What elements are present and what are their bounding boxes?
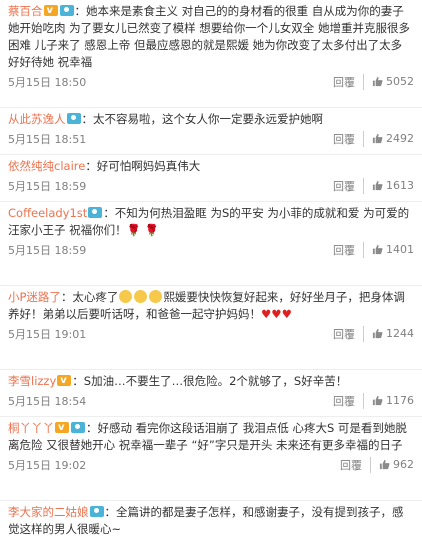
comment-body: 李雪lizzy ：S加油…不要生了…很危险。2个就够了，S好辛苦！ — [8, 372, 414, 390]
vip-badge-icon — [43, 2, 58, 19]
comment-meta: 5月15日 18:54 回覆 1176 — [8, 392, 414, 409]
reply-button[interactable]: 回覆 — [333, 392, 364, 409]
comment-body: Coffeelady1st ：不知为何热泪盈眶 为S的平安 为小菲的成就和爱 为可… — [8, 205, 414, 239]
comment-meta: 5月15日 18:59 回覆 1401 — [8, 241, 414, 258]
camera-badge-icon — [59, 5, 74, 16]
camera-badge-icon — [66, 113, 81, 124]
comment-time: 5月15日 18:54 — [8, 394, 87, 408]
reply-button[interactable]: 回覆 — [333, 130, 364, 147]
comment-actions: 回覆 1613 — [333, 177, 414, 194]
comment-time: 5月15日 18:51 — [8, 132, 87, 146]
like-count: 1401 — [386, 243, 414, 256]
comment-body: 从此苏逸人 ：太不容易啦，这个女人你一定要永远爱护她啊 — [8, 111, 414, 128]
vip-badge-icon — [55, 419, 69, 436]
heart-emoji-icon: ♥♥♥ — [261, 307, 292, 321]
thumbs-up-icon — [372, 328, 383, 339]
comment-text-part-1: ：太心疼了 — [60, 290, 119, 304]
comment-item: 从此苏逸人 ：太不容易啦，这个女人你一定要永远爱护她啊 5月15日 18:51 回… — [0, 108, 422, 155]
like-count: 2492 — [386, 132, 414, 145]
like-count: 1176 — [386, 394, 414, 407]
crying-emoji-icon — [134, 290, 148, 303]
comment-username[interactable]: 从此苏逸人 — [8, 112, 66, 126]
crying-emoji-icon — [149, 290, 163, 303]
comment-item: 李大家的二姑娘 ：全篇讲的都是妻子怎样，和感谢妻子，没有提到孩子，感觉这样的男人很… — [0, 501, 422, 542]
comment-meta: 5月15日 18:59 回覆 1613 — [8, 177, 414, 194]
comment-time: 5月15日 18:50 — [8, 75, 87, 89]
camera-badge-icon — [89, 506, 104, 517]
comment-actions: 回覆 962 — [340, 456, 414, 473]
comment-item: 蔡百合：她本来是素食主义 对自己的的身材看的很重 自从成为你的妻子 她开始吃肉 … — [0, 0, 422, 108]
comment-username[interactable]: Coffeelady1st — [8, 206, 87, 220]
thumbs-up-icon — [372, 180, 383, 191]
rose-emoji-icon: 🌹 🌹 — [126, 223, 159, 237]
thumbs-up-icon — [379, 459, 390, 470]
comment-text: ：好可怕啊妈妈真伟大 — [85, 159, 201, 173]
comment-actions: 回覆 1176 — [333, 392, 414, 409]
like-button[interactable]: 5052 — [372, 75, 414, 88]
camera-badge-icon — [71, 422, 85, 433]
comment-item: 依然纯纯claire：好可怕啊妈妈真伟大 5月15日 18:59 回覆 1613 — [0, 155, 422, 202]
comment-actions: 回覆 1244 — [333, 325, 414, 342]
comment-item: Coffeelady1st ：不知为何热泪盈眶 为S的平安 为小菲的成就和爱 为可… — [0, 202, 422, 286]
comment-meta: 5月15日 18:50 回覆 5052 — [8, 73, 414, 90]
comment-item: 桐丫丫丫：好感动 看完你这段话泪崩了 我泪点低 心疼大S 可是看到她脱离危险 又… — [0, 417, 422, 501]
vip-badge-icon — [57, 372, 72, 389]
comment-username[interactable]: 蔡百合 — [8, 4, 43, 18]
like-button[interactable]: 962 — [379, 458, 414, 471]
camera-badge-icon — [88, 207, 103, 218]
thumbs-up-icon — [372, 244, 383, 255]
comment-text: ：太不容易啦，这个女人你一定要永远爱护她啊 — [81, 112, 324, 126]
reply-button[interactable]: 回覆 — [333, 177, 364, 194]
comment-item: 李雪lizzy ：S加油…不要生了…很危险。2个就够了，S好辛苦！ 5月15日 1… — [0, 370, 422, 417]
comment-username[interactable]: 桐丫丫丫 — [8, 421, 54, 435]
crying-emoji-icon — [119, 290, 133, 303]
comment-body: 桐丫丫丫：好感动 看完你这段话泪崩了 我泪点低 心疼大S 可是看到她脱离危险 又… — [8, 419, 414, 454]
comment-meta: 5月15日 18:51 回覆 2492 — [8, 130, 414, 147]
comment-body: 李大家的二姑娘 ：全篇讲的都是妻子怎样，和感谢妻子，没有提到孩子，感觉这样的男人很… — [8, 504, 414, 538]
comment-body: 依然纯纯claire：好可怕啊妈妈真伟大 — [8, 158, 414, 175]
comment-time: 5月15日 19:01 — [8, 327, 87, 341]
comment-username[interactable]: 小P迷路了 — [8, 290, 61, 304]
like-count: 5052 — [386, 75, 414, 88]
thumbs-up-icon — [372, 395, 383, 406]
like-count: 1244 — [386, 327, 414, 340]
like-count: 962 — [393, 458, 414, 471]
reply-button[interactable]: 回覆 — [333, 241, 364, 258]
comment-actions: 回覆 2492 — [333, 130, 414, 147]
thumbs-up-icon — [372, 133, 383, 144]
comment-username[interactable]: 李大家的二姑娘 — [8, 505, 89, 519]
comment-actions: 回覆 5052 — [333, 73, 414, 90]
reply-button[interactable]: 回覆 — [340, 456, 371, 473]
comment-time: 5月15日 19:02 — [8, 458, 87, 472]
comment-username[interactable]: 依然纯纯claire — [8, 159, 85, 173]
thumbs-up-icon — [372, 76, 383, 87]
reply-button[interactable]: 回覆 — [333, 325, 364, 342]
like-count: 1613 — [386, 179, 414, 192]
comment-time: 5月15日 18:59 — [8, 179, 87, 193]
comment-list: 蔡百合：她本来是素食主义 对自己的的身材看的很重 自从成为你的妻子 她开始吃肉 … — [0, 0, 422, 542]
reply-button[interactable]: 回覆 — [333, 73, 364, 90]
like-button[interactable]: 1401 — [372, 243, 414, 256]
like-button[interactable]: 2492 — [372, 132, 414, 145]
like-button[interactable]: 1613 — [372, 179, 414, 192]
comment-meta: 5月15日 19:01 回覆 1244 — [8, 325, 414, 342]
comment-item: 小P迷路了：太心疼了 熙媛要快快恢复好起来，好好坐月子，把身体调养好！弟弟以后要听… — [0, 286, 422, 370]
comment-actions: 回覆 1401 — [333, 241, 414, 258]
comment-text: ：S加油…不要生了…很危险。2个就够了，S好辛苦！ — [72, 374, 348, 388]
comment-body: 蔡百合：她本来是素食主义 对自己的的身材看的很重 自从成为你的妻子 她开始吃肉 … — [8, 2, 414, 71]
comment-body: 小P迷路了：太心疼了 熙媛要快快恢复好起来，好好坐月子，把身体调养好！弟弟以后要听… — [8, 289, 414, 323]
comment-meta: 5月15日 19:02 回覆 962 — [8, 456, 414, 473]
comment-time: 5月15日 18:59 — [8, 243, 87, 257]
like-button[interactable]: 1176 — [372, 394, 414, 407]
like-button[interactable]: 1244 — [372, 327, 414, 340]
comment-username[interactable]: 李雪lizzy — [8, 374, 56, 388]
